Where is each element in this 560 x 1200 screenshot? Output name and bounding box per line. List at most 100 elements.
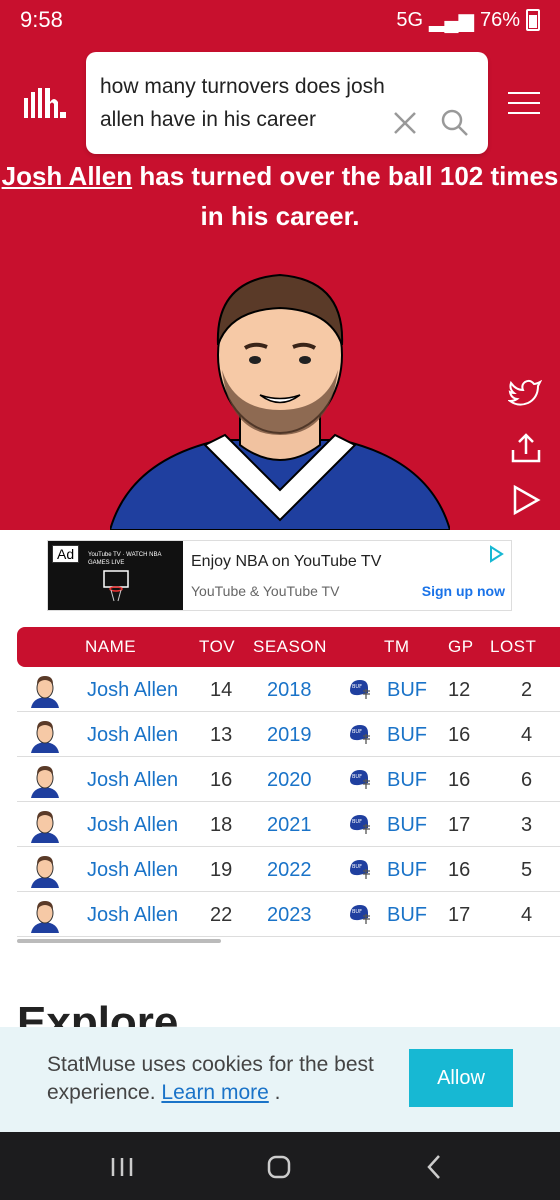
team-link[interactable]: BUF	[387, 814, 427, 837]
stats-table[interactable]: NAME TOV SEASON TM GP LOST Josh Allen 14 2…	[17, 627, 560, 943]
battery-icon	[526, 9, 540, 31]
player-link[interactable]: Josh Allen	[2, 161, 133, 191]
season-link[interactable]: 2021	[267, 814, 312, 837]
player-avatar[interactable]	[27, 807, 63, 843]
season-link[interactable]: 2023	[267, 904, 312, 927]
player-name-link[interactable]: Josh Allen	[87, 679, 178, 702]
statmuse-logo-icon[interactable]	[22, 86, 68, 120]
back-icon[interactable]	[426, 1154, 442, 1180]
team-link[interactable]: BUF	[387, 904, 427, 927]
player-name-link[interactable]: Josh Allen	[87, 769, 178, 792]
column-header-name[interactable]: NAME	[85, 637, 136, 657]
svg-text:BUF: BUF	[352, 729, 362, 735]
player-avatar[interactable]	[27, 897, 63, 933]
team-helmet-icon[interactable]: BUF	[347, 857, 371, 881]
recent-apps-icon[interactable]	[110, 1156, 134, 1178]
team-helmet-icon[interactable]: BUF	[347, 812, 371, 836]
lost-value: 2	[521, 679, 533, 701]
ad-image-caption: YouTube TV · WATCH NBA GAMES LIVE	[88, 552, 162, 566]
adchoices-icon[interactable]	[487, 545, 505, 563]
ad-image[interactable]: Ad YouTube TV · WATCH NBA GAMES LIVE	[48, 541, 183, 610]
close-icon[interactable]	[392, 110, 418, 136]
system-navigation-bar	[0, 1132, 560, 1200]
basketball-hoop-icon	[103, 570, 129, 602]
answer-text: Josh Allen has turned over the ball 102 …	[1, 161, 559, 231]
column-header-season[interactable]: SEASON	[253, 637, 327, 657]
season-link[interactable]: 2020	[267, 769, 312, 792]
tov-value: 22	[210, 904, 233, 926]
tov-value: 19	[210, 859, 233, 881]
svg-text:BUF: BUF	[352, 864, 362, 870]
table-row[interactable]: Josh Allen 13 2019 BUF BUF 16 4	[17, 712, 560, 757]
learn-more-link[interactable]: Learn more	[161, 1081, 268, 1104]
season-link[interactable]: 2019	[267, 724, 312, 747]
team-link[interactable]: BUF	[387, 769, 427, 792]
table-row[interactable]: Josh Allen 16 2020 BUF BUF 16 6	[17, 757, 560, 802]
column-header-lost[interactable]: LOST	[490, 637, 536, 657]
tov-value: 13	[210, 724, 233, 746]
home-icon[interactable]	[266, 1154, 292, 1180]
table-row[interactable]: Josh Allen 22 2023 BUF BUF 17 4	[17, 892, 560, 937]
player-name-link[interactable]: Josh Allen	[87, 904, 178, 927]
column-header-gp[interactable]: GP	[448, 637, 474, 657]
twitter-icon[interactable]	[508, 378, 542, 408]
team-helmet-icon[interactable]: BUF	[347, 767, 371, 791]
cookie-banner: StatMuse uses cookies for the best exper…	[0, 1027, 560, 1132]
battery-level: 76%	[479, 8, 520, 31]
allow-cookies-button[interactable]: Allow	[409, 1049, 513, 1107]
tov-value: 14	[210, 679, 233, 701]
gp-value: 12	[448, 679, 471, 701]
lost-value: 4	[521, 904, 533, 926]
table-row[interactable]: Josh Allen 18 2021 BUF BUF 17 3	[17, 802, 560, 847]
svg-text:BUF: BUF	[352, 819, 362, 825]
gp-value: 17	[448, 904, 471, 926]
gp-value: 16	[448, 769, 471, 791]
ad-title[interactable]: Enjoy NBA on YouTube TV	[191, 553, 381, 571]
column-header-tm[interactable]: TM	[384, 637, 410, 657]
search-input[interactable]: how many turnovers does josh allen have …	[100, 70, 390, 136]
team-link[interactable]: BUF	[387, 724, 427, 747]
horizontal-scrollbar[interactable]	[17, 939, 221, 943]
network-indicator: 5G	[396, 8, 424, 31]
ad-advertiser: YouTube & YouTube TV	[191, 583, 340, 599]
gp-value: 17	[448, 814, 471, 836]
player-avatar[interactable]	[27, 717, 63, 753]
table-header: NAME TOV SEASON TM GP LOST	[17, 627, 560, 667]
lost-value: 5	[521, 859, 533, 881]
player-name-link[interactable]: Josh Allen	[87, 814, 178, 837]
ad-badge: Ad	[52, 545, 80, 563]
tov-value: 18	[210, 814, 233, 836]
team-helmet-icon[interactable]: BUF	[347, 722, 371, 746]
player-avatar[interactable]	[27, 852, 63, 888]
play-icon[interactable]	[510, 484, 542, 516]
team-link[interactable]: BUF	[387, 859, 427, 882]
svg-text:BUF: BUF	[352, 684, 362, 690]
lost-value: 3	[521, 814, 533, 836]
hero-section: how many turnovers does josh allen have …	[0, 40, 560, 530]
player-avatar[interactable]	[27, 672, 63, 708]
season-link[interactable]: 2018	[267, 679, 312, 702]
table-row[interactable]: Josh Allen 14 2018 BUF BUF 12 2	[17, 667, 560, 712]
search-icon[interactable]	[440, 108, 470, 138]
ad-banner[interactable]: Ad YouTube TV · WATCH NBA GAMES LIVE Enj…	[47, 540, 512, 611]
column-header-tov[interactable]: TOV	[199, 637, 235, 657]
lost-value: 4	[521, 724, 533, 746]
status-bar: 9:58 5G ▂▄▆ 76%	[0, 0, 560, 40]
season-link[interactable]: 2022	[267, 859, 312, 882]
svg-text:BUF: BUF	[352, 774, 362, 780]
team-link[interactable]: BUF	[387, 679, 427, 702]
share-icon[interactable]	[510, 432, 542, 464]
status-time: 9:58	[20, 7, 63, 32]
table-row[interactable]: Josh Allen 19 2022 BUF BUF 16 5	[17, 847, 560, 892]
player-name-link[interactable]: Josh Allen	[87, 724, 178, 747]
player-name-link[interactable]: Josh Allen	[87, 859, 178, 882]
player-avatar[interactable]	[27, 762, 63, 798]
svg-text:BUF: BUF	[352, 909, 362, 915]
ad-cta-button[interactable]: Sign up now	[422, 583, 505, 599]
team-helmet-icon[interactable]: BUF	[347, 677, 371, 701]
search-box[interactable]: how many turnovers does josh allen have …	[86, 52, 488, 154]
team-helmet-icon[interactable]: BUF	[347, 902, 371, 926]
player-illustration	[110, 273, 450, 530]
hamburger-menu-icon[interactable]	[508, 92, 540, 122]
gp-value: 16	[448, 724, 471, 746]
